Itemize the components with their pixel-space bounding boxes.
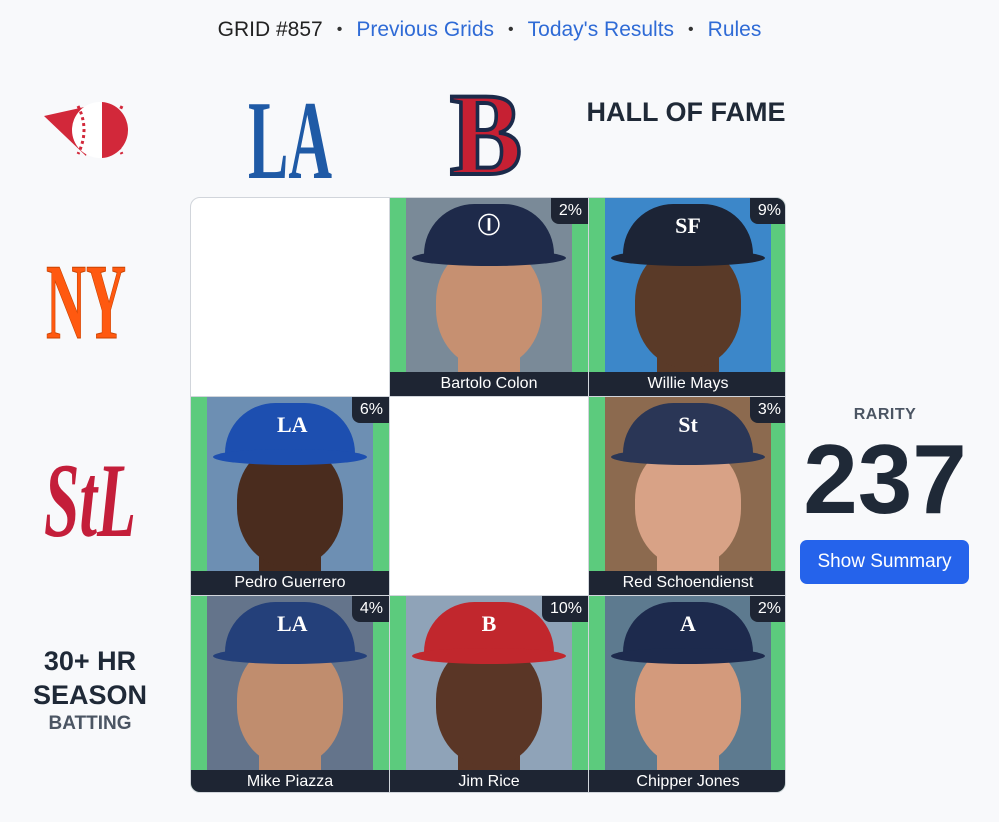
grid-cell-answered[interactable]: LA 4% Mike Piazza <box>191 596 389 792</box>
rarity-percent-badge: 6% <box>351 397 389 423</box>
rarity-label: RARITY <box>853 406 917 423</box>
rarity-score: 237 <box>803 424 967 534</box>
cap-emblem-icon: SF <box>675 213 701 238</box>
player-name: Mike Piazza <box>191 770 389 792</box>
player-photo: LA <box>207 397 373 575</box>
rarity-percent-badge: 10% <box>541 596 588 622</box>
cap-emblem-icon: B <box>481 611 497 636</box>
grid-cell-answered[interactable]: SF 9% Willie Mays <box>589 198 785 396</box>
cap-emblem-icon: Ⓘ <box>477 213 500 238</box>
dodgers-la-logo-icon: LA <box>244 74 336 203</box>
grid-cell-answered[interactable]: Ⓘ 2% Bartolo Colon <box>390 198 588 396</box>
grid-cell-answered[interactable]: A 2% Chipper Jones <box>589 596 785 792</box>
svg-text:NY: NY <box>46 243 126 362</box>
svg-text:B: B <box>450 69 522 200</box>
cap-emblem-icon: LA <box>277 611 308 636</box>
row-criteria-label: 30+ HR SEASON <box>32 646 148 710</box>
grid-cell-empty[interactable] <box>191 198 389 396</box>
mets-ny-logo-icon: NY <box>42 238 138 363</box>
player-photo: Ⓘ <box>406 198 572 376</box>
top-nav-inner: GRID #857 • Previous Grids • Today's Res… <box>218 18 762 42</box>
rarity-percent-badge: 2% <box>550 198 588 224</box>
rarity-percent-badge: 4% <box>351 596 389 622</box>
player-photo: LA <box>207 596 373 774</box>
grid-cell-answered[interactable]: LA 6% Pedro Guerrero <box>191 397 389 595</box>
player-photo: A <box>605 596 771 774</box>
row-criteria-sublabel: BATTING <box>48 713 132 734</box>
immaculate-grid-logo-icon <box>40 96 132 164</box>
cap-emblem-icon: St <box>678 412 698 437</box>
cap-emblem-icon: LA <box>277 412 308 437</box>
nav-separator: • <box>688 21 694 38</box>
grid-cell-answered[interactable]: St 3% Red Schoendienst <box>589 397 785 595</box>
player-name: Bartolo Colon <box>390 372 588 396</box>
player-photo: St <box>605 397 771 575</box>
grid-number: GRID #857 <box>217 18 323 41</box>
grid-cell-empty[interactable] <box>390 397 588 595</box>
svg-text:LA: LA <box>248 79 332 203</box>
player-name: Chipper Jones <box>589 770 785 792</box>
player-name: Red Schoendienst <box>589 571 785 595</box>
previous-grids-link[interactable]: Previous Grids <box>356 18 494 42</box>
grid-cell-answered[interactable]: B 10% Jim Rice <box>390 596 588 792</box>
show-summary-button[interactable]: Show Summary <box>800 540 969 584</box>
nav-separator: • <box>336 21 343 38</box>
todays-results-link[interactable]: Today's Results <box>528 18 674 42</box>
rarity-percent-badge: 3% <box>749 397 785 423</box>
nav-separator: • <box>508 21 514 38</box>
player-name: Willie Mays <box>589 372 785 396</box>
player-name: Jim Rice <box>390 770 588 792</box>
player-name: Pedro Guerrero <box>191 571 389 595</box>
player-photo: SF <box>605 198 771 376</box>
puzzle-grid: Ⓘ 2% Bartolo Colon SF 9% Willie Mays LA 6% Pedro… <box>190 197 786 793</box>
rules-link[interactable]: Rules <box>708 18 762 42</box>
30-hr-season-header: 30+ HR SEASON BATTING <box>10 644 170 736</box>
top-nav: GRID #857 • Previous Grids • Today's Res… <box>0 14 999 46</box>
cap-emblem-icon: A <box>680 611 696 636</box>
rarity-percent-badge: 2% <box>749 596 785 622</box>
rarity-percent-badge: 9% <box>749 198 785 224</box>
red-sox-b-logo-icon: B <box>446 67 526 202</box>
svg-text:StL: StL <box>44 442 136 559</box>
hall-of-fame-header: HALL OF FAME <box>586 97 786 127</box>
player-photo: B <box>406 596 572 774</box>
cardinals-stl-logo-icon: StL <box>40 436 140 559</box>
